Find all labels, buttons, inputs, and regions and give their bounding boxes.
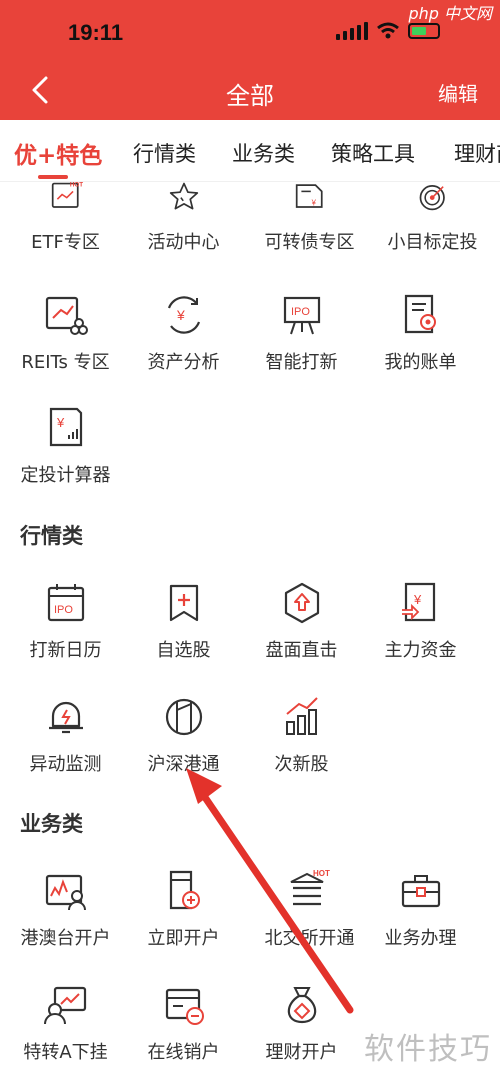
money-bag-icon (287, 987, 316, 1024)
grid-item-hk-macau-tw-account[interactable]: 港澳台开户 (3, 868, 128, 950)
grid-item-small-target[interactable]: 小目标定投 (370, 182, 495, 254)
calculator-icon: ¥ (49, 407, 82, 447)
grid-item-business-handling[interactable]: 业务办理 (358, 868, 483, 950)
grid-item-label: 异动监测 (29, 754, 102, 775)
grid-item-label: 理财开户 (265, 1042, 338, 1063)
grid-item-label: 沪深港通 (147, 754, 220, 775)
grid-item-label: REITs 专区 (21, 352, 110, 373)
cellular-signal-icon (336, 22, 368, 40)
bill-icon (404, 294, 436, 334)
grid-item-label: 小目标定投 (387, 232, 478, 253)
svg-text:IPO: IPO (54, 604, 73, 616)
star-icon (169, 182, 198, 210)
grid-item-anomaly-monitor[interactable]: 异动监测 (3, 694, 128, 776)
grid-item-special-transfer[interactable]: 特转A下挂 (3, 982, 128, 1064)
grid-item-online-closure[interactable]: 在线销户 (121, 982, 246, 1064)
status-icons (336, 22, 440, 40)
hexagon-up-icon (284, 582, 319, 624)
grid-item-aip-calculator[interactable]: ¥ 定投计算器 (3, 405, 128, 487)
wifi-icon (377, 22, 399, 39)
bookmark-add-icon (169, 584, 198, 622)
grid-item-convertible-bond[interactable]: ¥ 可转债专区 (247, 182, 372, 254)
svg-text:¥: ¥ (413, 592, 422, 607)
grid-item-watchlist[interactable]: 自选股 (121, 580, 246, 662)
svg-text:¥: ¥ (56, 415, 65, 430)
category-tabs: 优+特色 行情类 业务类 策略工具 理财商 (0, 120, 500, 182)
grid-item-open-account[interactable]: 立即开户 (121, 868, 246, 950)
asset-analysis-icon: ¥ (167, 296, 200, 334)
nav-bar: 全部 编辑 (0, 62, 500, 120)
bell-alert-icon (48, 701, 83, 734)
grid-item-etf[interactable]: HOT ETF专区 (3, 182, 128, 254)
grid-item-market-view[interactable]: 盘面直击 (239, 580, 364, 662)
fund-flow-icon: ¥ (401, 582, 435, 622)
status-time: 19:11 (68, 20, 124, 45)
svg-text:¥: ¥ (176, 307, 185, 323)
grid-item-label: 我的账单 (384, 352, 457, 373)
status-bar: 19:11 php 中文网 (0, 0, 500, 62)
grid-item-label: 特转A下挂 (23, 1042, 108, 1063)
target-icon (419, 185, 445, 211)
connect-icon (165, 698, 202, 736)
grid-item-label: 资产分析 (147, 352, 220, 373)
grid-item-label: 可转债专区 (264, 232, 355, 253)
close-account-icon (165, 988, 204, 1025)
tab-featured[interactable]: 优+特色 (14, 136, 102, 170)
ipo-board-icon: IPO (283, 296, 320, 335)
grid-item-main-funds[interactable]: ¥ 主力资金 (358, 580, 483, 662)
active-tab-indicator (38, 175, 68, 179)
app-header: 19:11 php 中文网 全部 编辑 (0, 0, 500, 120)
svg-text:HOT: HOT (69, 182, 82, 189)
svg-text:HOT: HOT (313, 869, 330, 878)
grid-item-label: 盘面直击 (265, 640, 338, 661)
svg-text:IPO: IPO (291, 306, 310, 318)
grid-item-reits[interactable]: REITs 专区 (3, 292, 128, 374)
watermark-top: php 中文网 (408, 4, 492, 23)
growth-bars-icon (285, 697, 318, 735)
grid-item-label: 打新日历 (29, 640, 102, 661)
svg-text:¥: ¥ (311, 198, 316, 207)
open-account-icon (169, 870, 200, 910)
grid-item-sub-new-stocks[interactable]: 次新股 (239, 694, 364, 776)
tab-market[interactable]: 行情类 (133, 138, 196, 168)
id-card-icon (45, 874, 86, 911)
grid-item-label: 主力资金 (384, 640, 457, 661)
tab-business[interactable]: 业务类 (232, 138, 295, 168)
page-title: 全部 (226, 82, 274, 110)
grid-item-label: 业务办理 (384, 928, 457, 949)
grid-item-wealth-account[interactable]: 理财开户 (239, 982, 364, 1064)
transfer-icon (43, 986, 86, 1025)
ipo-calendar-icon: IPO (47, 584, 84, 622)
grid-item-label: 港澳台开户 (20, 928, 111, 949)
edit-button[interactable]: 编辑 (438, 78, 478, 107)
grid-item-label: 自选股 (156, 640, 211, 661)
grid-item-bse-activation[interactable]: HOT 北交所开通 (247, 868, 372, 950)
grid-item-my-bill[interactable]: 我的账单 (358, 292, 483, 374)
grid-item-asset-analysis[interactable]: ¥ 资产分析 (121, 292, 246, 374)
grid-item-activity-center[interactable]: 活动中心 (121, 182, 246, 254)
grid-item-label: ETF专区 (31, 232, 100, 253)
grid-item-label: 北交所开通 (264, 928, 355, 949)
grid-item-label: 活动中心 (147, 232, 220, 253)
section-title-market: 行情类 (20, 524, 83, 548)
exchange-hot-icon: HOT (290, 869, 330, 906)
grid-item-label: 定投计算器 (20, 465, 111, 486)
grid-item-label: 智能打新 (265, 352, 338, 373)
battery-icon (408, 23, 440, 39)
tab-wealth[interactable]: 理财商 (454, 138, 500, 168)
grid-item-ipo-calendar[interactable]: IPO 打新日历 (3, 580, 128, 662)
tab-strategy-tools[interactable]: 策略工具 (331, 138, 415, 168)
grid-item-label: 立即开户 (147, 928, 220, 949)
grid-item-smart-ipo[interactable]: IPO 智能打新 (239, 292, 364, 374)
watermark-bottom: 软件技巧 (364, 1032, 492, 1067)
briefcase-icon (401, 875, 440, 908)
grid-item-label: 次新股 (274, 754, 329, 775)
bond-icon: ¥ (295, 184, 323, 208)
grid-item-label: 在线销户 (147, 1042, 220, 1063)
reits-icon (45, 296, 88, 335)
grid-item-stock-connect[interactable]: 沪深港通 (121, 694, 246, 776)
section-title-business: 业务类 (20, 812, 83, 836)
etf-hot-icon: HOT (51, 182, 83, 208)
